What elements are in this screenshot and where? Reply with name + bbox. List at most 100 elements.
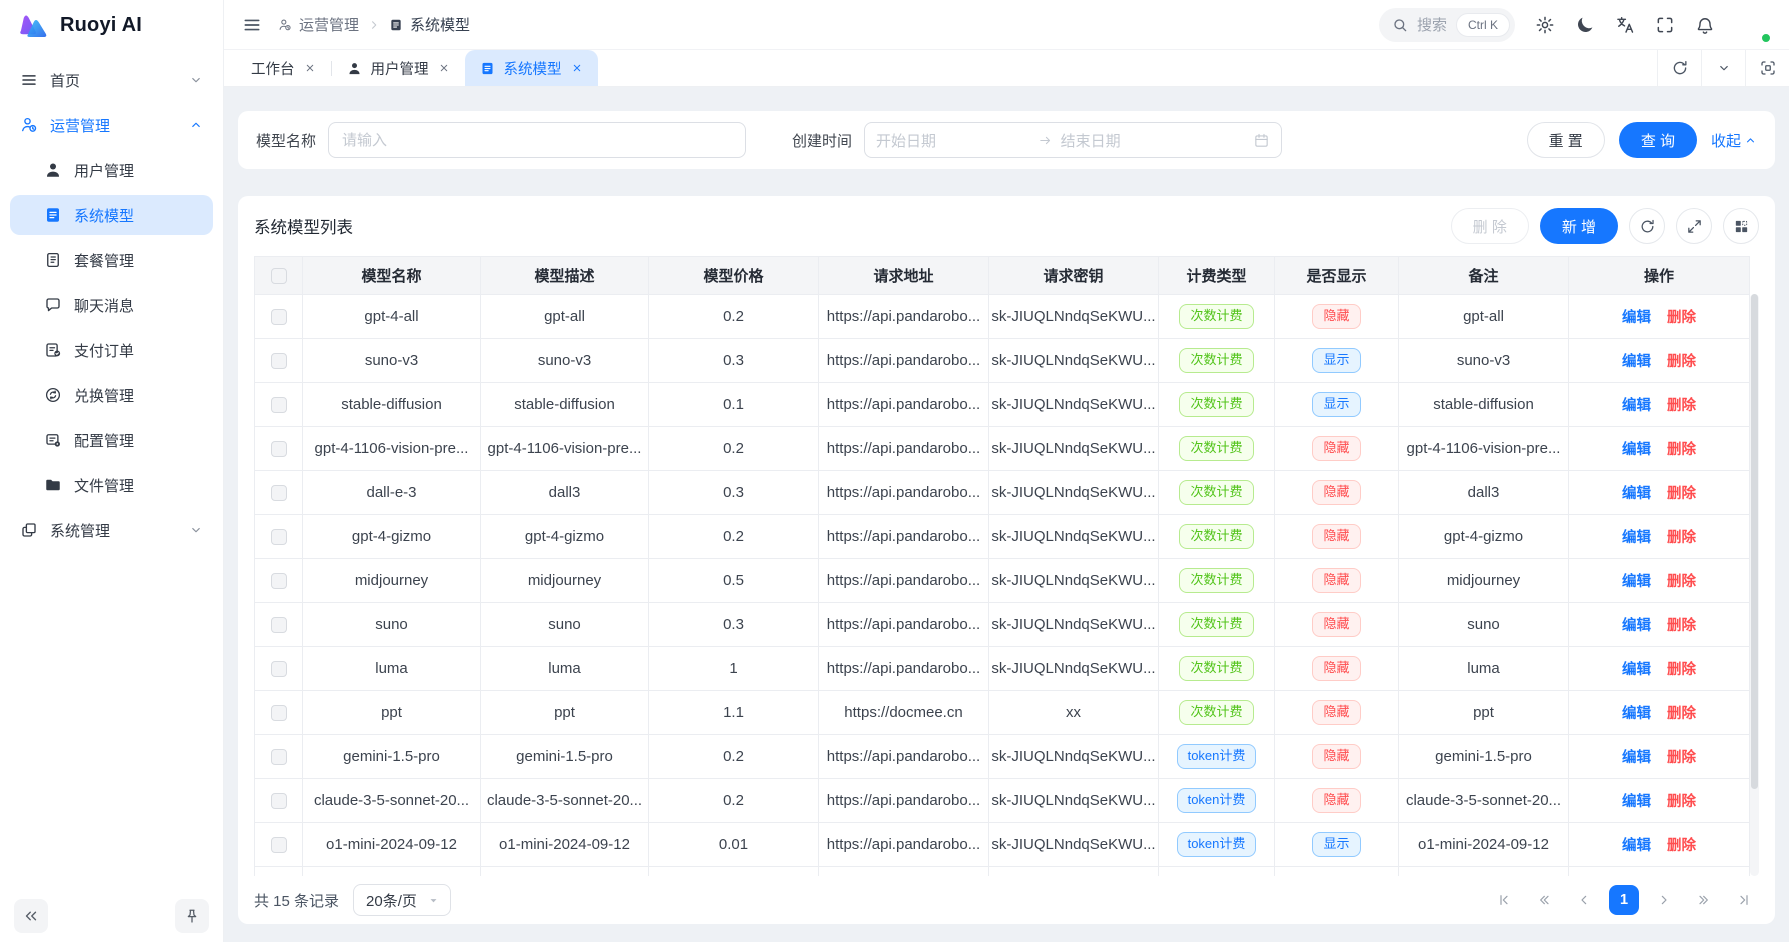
close-icon[interactable] (571, 62, 583, 74)
row-checkbox[interactable] (271, 441, 287, 457)
tab-用户管理[interactable]: 用户管理 (332, 50, 465, 86)
delete-link[interactable]: 删除 (1667, 530, 1696, 546)
next-page-button[interactable] (1649, 885, 1679, 915)
sidebar-item-operations[interactable]: 运营管理 (10, 105, 213, 145)
edit-link[interactable]: 编辑 (1622, 310, 1651, 326)
close-icon[interactable] (304, 62, 316, 74)
add-button[interactable]: 新 增 (1540, 208, 1618, 244)
row-checkbox[interactable] (271, 793, 287, 809)
dark-mode-icon[interactable] (1575, 15, 1595, 35)
tab-more-button[interactable] (1701, 50, 1745, 86)
date-range-picker[interactable]: 开始日期 结束日期 (864, 122, 1282, 158)
delete-link[interactable]: 删除 (1667, 838, 1696, 854)
reset-button[interactable]: 重 置 (1527, 122, 1605, 158)
billing-type-cell: 次数计费 (1159, 515, 1275, 559)
fullscreen-icon[interactable] (1655, 15, 1675, 35)
table-refresh-button[interactable] (1629, 208, 1665, 244)
chevron-left-icon (1576, 892, 1592, 908)
edit-link[interactable]: 编辑 (1622, 706, 1651, 722)
tab-refresh-button[interactable] (1657, 50, 1701, 86)
edit-link[interactable]: 编辑 (1622, 662, 1651, 678)
edit-link[interactable]: 编辑 (1622, 574, 1651, 590)
delete-link[interactable]: 删除 (1667, 794, 1696, 810)
model-price-cell: 0.2 (649, 735, 819, 779)
edit-link[interactable]: 编辑 (1622, 794, 1651, 810)
edit-link[interactable]: 编辑 (1622, 354, 1651, 370)
table-scrollbar-thumb[interactable] (1751, 294, 1758, 789)
delete-link[interactable]: 删除 (1667, 442, 1696, 458)
edit-link[interactable]: 编辑 (1622, 398, 1651, 414)
delete-link[interactable]: 删除 (1667, 398, 1696, 414)
sidebar-item-plans[interactable]: 套餐管理 (10, 240, 213, 280)
sidebar-item-system[interactable]: 系统管理 (10, 510, 213, 550)
sidebar-item-models[interactable]: 系统模型 (10, 195, 213, 235)
row-checkbox[interactable] (271, 353, 287, 369)
model-name-input[interactable] (328, 122, 746, 158)
delete-link[interactable]: 删除 (1667, 706, 1696, 722)
sidebar-item-users[interactable]: 用户管理 (10, 150, 213, 190)
row-checkbox[interactable] (271, 309, 287, 325)
breadcrumb-item[interactable]: 系统模型 (389, 14, 470, 35)
delete-link[interactable]: 删除 (1667, 662, 1696, 678)
delete-link[interactable]: 删除 (1667, 750, 1696, 766)
columns-setting-icon (1733, 218, 1750, 235)
row-checkbox[interactable] (271, 573, 287, 589)
edit-link[interactable]: 编辑 (1622, 618, 1651, 634)
table-row: pptppt1.1https://docmee.cnxx次数计费隐藏ppt编辑删… (255, 691, 1750, 735)
table-columns-button[interactable] (1723, 208, 1759, 244)
row-checkbox[interactable] (271, 705, 287, 721)
delete-link[interactable]: 删除 (1667, 574, 1696, 590)
edit-link[interactable]: 编辑 (1622, 486, 1651, 502)
next-group-button[interactable] (1689, 885, 1719, 915)
edit-link[interactable]: 编辑 (1622, 530, 1651, 546)
edit-link[interactable]: 编辑 (1622, 442, 1651, 458)
delete-link[interactable]: 删除 (1667, 486, 1696, 502)
sidebar-item-home[interactable]: 首页 (10, 60, 213, 100)
breadcrumb-item[interactable]: 运营管理 (278, 14, 359, 35)
sidebar-item-files[interactable]: 文件管理 (10, 465, 213, 505)
search-button[interactable]: 查 询 (1619, 122, 1697, 158)
delete-button[interactable]: 删 除 (1451, 208, 1529, 244)
sidebar-collapse-button[interactable] (14, 899, 48, 933)
edit-link[interactable]: 编辑 (1622, 750, 1651, 766)
close-icon[interactable] (438, 62, 450, 74)
row-checkbox[interactable] (271, 485, 287, 501)
row-checkbox[interactable] (271, 749, 287, 765)
tab-工作台[interactable]: 工作台 (236, 50, 331, 86)
model-desc-cell: gpt-4-gizmo (481, 515, 649, 559)
last-page-button[interactable] (1729, 885, 1759, 915)
row-checkbox[interactable] (271, 661, 287, 677)
model-name-cell: stable-diffusion (303, 383, 481, 427)
sidebar-item-redeem[interactable]: 兑换管理 (10, 375, 213, 415)
row-checkbox[interactable] (271, 529, 287, 545)
notifications-icon[interactable] (1695, 15, 1715, 35)
hamburger-menu-icon[interactable] (242, 15, 262, 35)
billing-type-cell: token计费 (1159, 779, 1275, 823)
row-checkbox[interactable] (271, 617, 287, 633)
actions-cell: 编辑删除 (1569, 823, 1750, 867)
tab-maximize-button[interactable] (1745, 50, 1789, 86)
sidebar-item-config[interactable]: 配置管理 (10, 420, 213, 460)
delete-link[interactable]: 删除 (1667, 354, 1696, 370)
delete-link[interactable]: 删除 (1667, 310, 1696, 326)
page-size-select[interactable]: 20条/页 (353, 884, 451, 916)
language-icon[interactable] (1615, 15, 1635, 35)
tab-系统模型[interactable]: 系统模型 (465, 50, 598, 86)
collapse-filter-link[interactable]: 收起 (1711, 130, 1757, 151)
row-checkbox[interactable] (271, 397, 287, 413)
search-input[interactable]: 搜索 Ctrl K (1379, 8, 1515, 42)
edit-link[interactable]: 编辑 (1622, 838, 1651, 854)
sidebar-item-orders[interactable]: 支付订单 (10, 330, 213, 370)
first-page-button[interactable] (1489, 885, 1519, 915)
select-all-checkbox[interactable] (271, 268, 287, 284)
table-expand-button[interactable] (1676, 208, 1712, 244)
current-page-button[interactable]: 1 (1609, 885, 1639, 915)
sidebar-pin-button[interactable] (175, 899, 209, 933)
avatar[interactable] (1735, 7, 1771, 43)
sidebar-item-chat[interactable]: 聊天消息 (10, 285, 213, 325)
prev-page-button[interactable] (1569, 885, 1599, 915)
delete-link[interactable]: 删除 (1667, 618, 1696, 634)
row-checkbox[interactable] (271, 837, 287, 853)
prev-group-button[interactable] (1529, 885, 1559, 915)
settings-icon[interactable] (1535, 15, 1555, 35)
